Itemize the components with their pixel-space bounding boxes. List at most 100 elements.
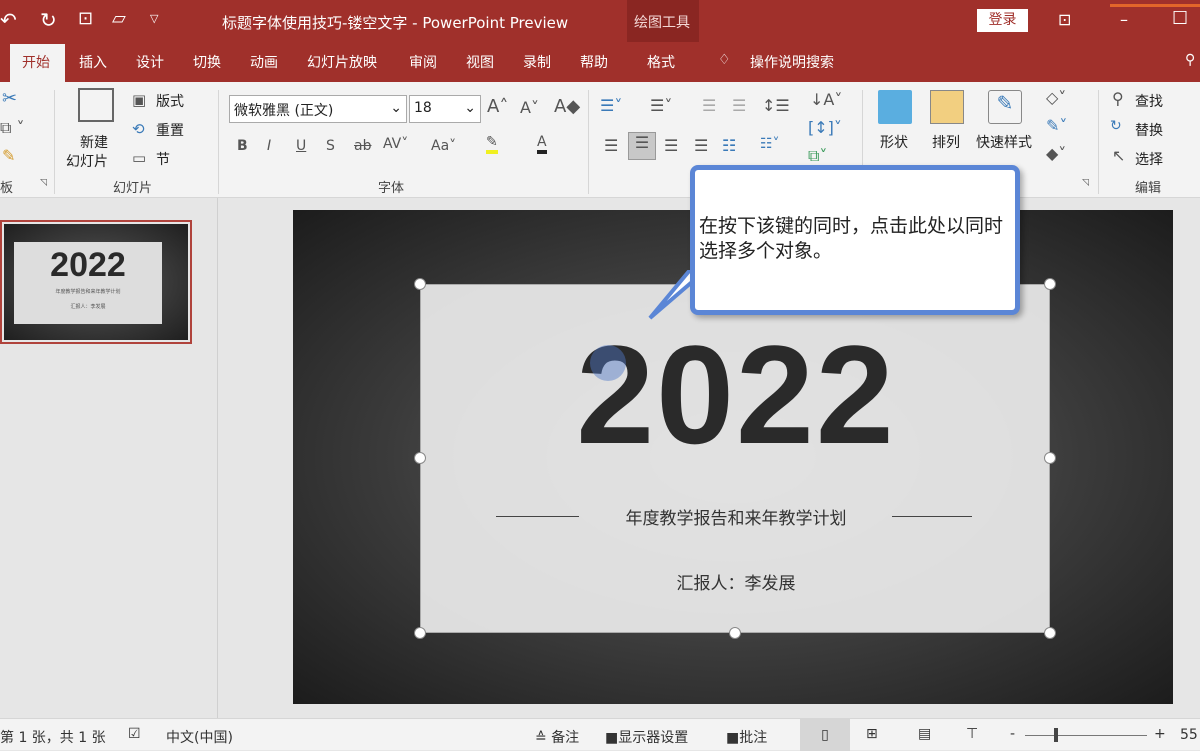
shapes-button[interactable]: 形状 (880, 132, 908, 152)
shadow-icon[interactable]: S (326, 138, 335, 154)
format-painter-icon[interactable]: ✎ (2, 146, 15, 165)
resize-handle[interactable] (414, 627, 426, 639)
font-size-select[interactable]: 18 ⌄ (409, 95, 481, 123)
font-name-select[interactable]: 微软雅黑 (正文) ⌄ (229, 95, 407, 123)
quick-styles-button[interactable]: 快速样式 (976, 132, 1032, 152)
maximize-icon[interactable]: ☐ (1172, 8, 1188, 29)
thumbnail-reporter: 汇报人：李发展 (70, 304, 106, 310)
decrease-indent-icon[interactable]: ☰ (702, 96, 716, 115)
ribbon-display-icon[interactable]: ⊡ (1058, 10, 1071, 29)
underline-icon[interactable]: U (296, 138, 306, 154)
tab-slideshow[interactable]: 幻灯片放映 (307, 52, 377, 72)
minimize-icon[interactable]: – (1120, 10, 1128, 29)
accessibility-icon[interactable]: ☑ (128, 726, 141, 742)
shape-outline-icon[interactable]: ✎˅ (1046, 116, 1067, 135)
resize-handle[interactable] (1044, 278, 1056, 290)
spacing-icon[interactable]: AV˅ (383, 136, 408, 152)
text-direction-icon[interactable]: ↓A˅ (810, 90, 842, 109)
replace-button[interactable]: 替换 (1135, 120, 1163, 140)
open-icon[interactable]: ▱ (112, 8, 126, 29)
slide-thumbnail-1[interactable]: 2022 年度教学报告和来年教学计划 汇报人：李发展 (0, 220, 192, 344)
layout-button[interactable]: 版式 (156, 91, 184, 111)
tab-home[interactable]: 开始 (22, 52, 50, 72)
resize-handle[interactable] (414, 278, 426, 290)
font-color-icon[interactable]: A (537, 134, 547, 154)
shape-fill-icon[interactable]: ◇˅ (1046, 88, 1066, 107)
tab-view[interactable]: 视图 (466, 52, 494, 72)
justify-icon[interactable]: ☰ (694, 136, 708, 155)
line-spacing-icon[interactable]: ↕☰ (762, 96, 790, 115)
tab-record[interactable]: 录制 (523, 52, 551, 72)
decrease-font-icon[interactable]: A˅ (520, 98, 539, 117)
arrange-button[interactable]: 排列 (932, 132, 960, 152)
reset-button[interactable]: 重置 (156, 120, 184, 140)
slideshow-icon[interactable]: ⊡ (78, 8, 93, 29)
dialog-launcher-icon[interactable]: ◹ (1082, 178, 1089, 188)
tab-review[interactable]: 审阅 (409, 52, 437, 72)
align-right-icon[interactable]: ☰ (664, 136, 678, 155)
zoom-level[interactable]: 55 (1180, 727, 1198, 743)
resize-handle[interactable] (729, 627, 741, 639)
slide-count: 第 1 张，共 1 张 (0, 730, 106, 746)
zoom-in-icon[interactable]: + (1154, 726, 1166, 742)
bold-icon[interactable]: B (237, 138, 248, 154)
share-icon[interactable]: ⚲ (1185, 52, 1195, 68)
resize-handle[interactable] (1044, 452, 1056, 464)
find-button[interactable]: 查找 (1135, 91, 1163, 111)
slide-reporter[interactable]: 汇报人：李发展 (421, 569, 1051, 594)
slide-title[interactable]: 2022 (421, 315, 1051, 475)
tab-design[interactable]: 设计 (136, 52, 164, 72)
increase-indent-icon[interactable]: ☰ (732, 96, 746, 115)
dialog-launcher-icon[interactable]: ◹ (40, 178, 47, 188)
comments-button[interactable]: ■批注 (726, 727, 767, 747)
strikethrough-icon[interactable]: ab (354, 138, 371, 154)
login-button[interactable]: 登录 (977, 9, 1028, 32)
new-slide-icon[interactable] (78, 88, 114, 122)
align-center-icon[interactable]: ☰ (628, 132, 656, 160)
shape-effects-icon[interactable]: ◆˅ (1046, 144, 1066, 163)
reading-view-icon[interactable]: ▤ (918, 726, 931, 742)
tab-help[interactable]: 帮助 (580, 52, 608, 72)
tell-me-search[interactable]: 操作说明搜索 (750, 52, 834, 72)
resize-handle[interactable] (1044, 627, 1056, 639)
zoom-slider[interactable] (1025, 735, 1147, 736)
italic-icon[interactable]: I (267, 138, 271, 154)
slideshow-view-icon[interactable]: ⊤ (966, 726, 978, 742)
numbering-icon[interactable]: ☰˅ (650, 96, 672, 115)
ribbon-tabs: 开始 插入 设计 切换 动画 幻灯片放映 审阅 视图 录制 帮助 格式 ♢ 操作… (0, 42, 1200, 82)
display-icon: ■ (605, 730, 619, 746)
smartart-icon[interactable]: ⧉˅ (808, 146, 827, 166)
highlight-icon[interactable]: ✎ (486, 134, 498, 154)
zoom-out-icon[interactable]: - (1010, 726, 1015, 742)
distribute-icon[interactable]: ☷ (722, 136, 736, 155)
slide-sorter-icon[interactable]: ⊞ (866, 726, 878, 742)
display-settings-button[interactable]: ■显示器设置 (605, 727, 688, 747)
redo-icon[interactable]: ↻ (40, 8, 57, 32)
resize-handle[interactable] (414, 452, 426, 464)
bullets-icon[interactable]: ☰˅ (600, 96, 622, 115)
new-slide-button[interactable]: 新建 (80, 132, 108, 152)
undo-icon[interactable]: ↶ (0, 8, 17, 32)
new-slide-button-2[interactable]: 幻灯片 (66, 151, 108, 171)
increase-font-icon[interactable]: A˄ (487, 96, 508, 117)
section-button[interactable]: 节 (156, 149, 170, 169)
change-case-icon[interactable]: Aa˅ (431, 138, 456, 154)
zoom-slider-thumb[interactable] (1054, 728, 1058, 742)
columns-icon[interactable]: ☷˅ (760, 136, 780, 152)
shapes-icon (878, 90, 912, 124)
tab-transitions[interactable]: 切换 (193, 52, 221, 72)
copy-icon[interactable]: ⧉ ˅ (0, 118, 25, 138)
language-status[interactable]: 中文(中国) (166, 727, 233, 747)
tab-format[interactable]: 格式 (647, 52, 675, 72)
select-button[interactable]: 选择 (1135, 149, 1163, 169)
normal-view-icon[interactable]: ▯ (800, 719, 850, 751)
align-text-icon[interactable]: [↕]˅ (808, 118, 842, 137)
cut-icon[interactable]: ✂ (2, 88, 17, 109)
align-left-icon[interactable]: ☰ (604, 136, 618, 155)
clear-format-icon[interactable]: A◆ (554, 96, 580, 117)
notes-button[interactable]: ≙ 备注 (535, 727, 579, 747)
tab-animations[interactable]: 动画 (250, 52, 278, 72)
customize-icon[interactable]: ▽ (150, 12, 158, 25)
tab-insert[interactable]: 插入 (79, 52, 107, 72)
selected-text-box[interactable]: 2022 年度教学报告和来年教学计划 汇报人：李发展 (420, 284, 1050, 633)
